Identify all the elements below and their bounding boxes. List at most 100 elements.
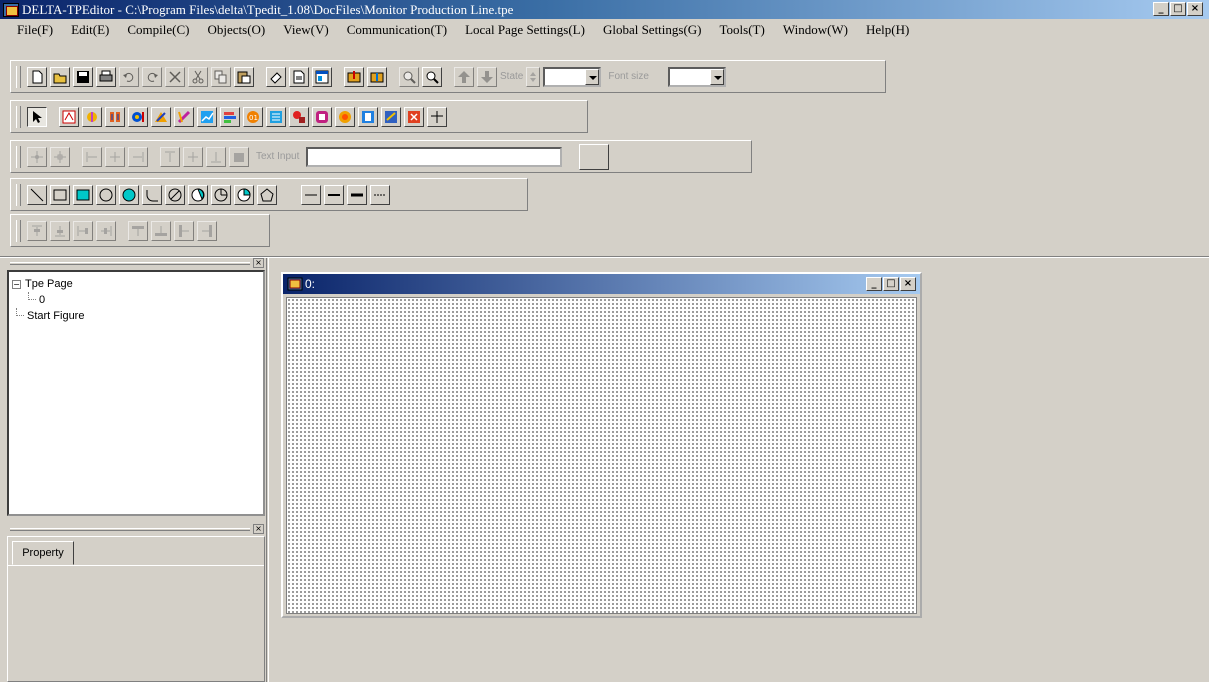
- download-button[interactable]: [367, 66, 387, 87]
- filled-circle-tool-button[interactable]: [119, 184, 139, 205]
- resize-button[interactable]: [50, 146, 70, 167]
- menu-global-settings[interactable]: Global Settings(G): [594, 22, 711, 38]
- status-text-button[interactable]: [59, 106, 79, 127]
- delete-button[interactable]: [165, 66, 185, 87]
- center-horizontal-button[interactable]: [151, 220, 171, 241]
- numeric-display-button[interactable]: 01: [243, 106, 263, 127]
- page-switch-button[interactable]: [381, 106, 401, 127]
- page-view-button[interactable]: [312, 66, 332, 87]
- tree-pane-grip[interactable]: [10, 262, 250, 265]
- close-button[interactable]: ×: [1187, 2, 1203, 16]
- menu-file[interactable]: File(F): [8, 22, 62, 38]
- minimize-button[interactable]: _: [1153, 2, 1169, 16]
- align-center-button[interactable]: [105, 146, 125, 167]
- menu-edit[interactable]: Edit(E): [62, 22, 118, 38]
- expander-minus-icon[interactable]: −: [12, 279, 21, 289]
- filled-pie-tool-button[interactable]: [234, 184, 254, 205]
- chevron-down-icon[interactable]: [585, 68, 600, 85]
- space-vertical-button[interactable]: [128, 220, 148, 241]
- lamp-button[interactable]: [335, 106, 355, 127]
- crosshair-button[interactable]: [427, 106, 447, 127]
- menu-local-page-settings[interactable]: Local Page Settings(L): [456, 22, 594, 38]
- filled-chord-tool-button[interactable]: [188, 184, 208, 205]
- picture-bank-button[interactable]: [358, 106, 378, 127]
- bring-forward-button[interactable]: [454, 66, 474, 87]
- same-height-button[interactable]: [27, 220, 47, 241]
- menu-window[interactable]: Window(W): [774, 22, 857, 38]
- function-key-button[interactable]: [404, 106, 424, 127]
- line-thick-button[interactable]: [347, 184, 367, 205]
- maximize-button[interactable]: □: [1170, 2, 1186, 16]
- tree-node-page-0[interactable]: 0: [12, 292, 263, 308]
- redo-button[interactable]: [142, 66, 162, 87]
- arc-tool-button[interactable]: [142, 184, 162, 205]
- rectangle-tool-button[interactable]: [50, 184, 70, 205]
- menu-communication[interactable]: Communication(T): [338, 22, 456, 38]
- pipe-button[interactable]: [174, 106, 194, 127]
- property-pane-grip[interactable]: [10, 528, 250, 531]
- page-minimize-button[interactable]: _: [866, 277, 882, 291]
- cut-button[interactable]: [188, 66, 208, 87]
- print-button[interactable]: [96, 66, 116, 87]
- line-tool-button[interactable]: [27, 184, 47, 205]
- menu-compile[interactable]: Compile(C): [118, 22, 198, 38]
- keypad-button[interactable]: [312, 106, 332, 127]
- chevron-down-icon[interactable]: [709, 68, 724, 85]
- align-bottom-button[interactable]: [206, 146, 226, 167]
- menu-view[interactable]: View(V): [274, 22, 337, 38]
- menu-help[interactable]: Help(H): [857, 22, 918, 38]
- align-left-button[interactable]: [82, 146, 102, 167]
- distribute-button[interactable]: [197, 220, 217, 241]
- page-window-titlebar[interactable]: 0: _ □ ×: [283, 274, 920, 294]
- align-middle-button[interactable]: [183, 146, 203, 167]
- state-spinner[interactable]: [526, 66, 541, 87]
- tree-pane-close-icon[interactable]: ×: [253, 258, 264, 268]
- line-medium-button[interactable]: [324, 184, 344, 205]
- polygon-tool-button[interactable]: [257, 184, 277, 205]
- multi-state-button[interactable]: [128, 106, 148, 127]
- pie-tool-button[interactable]: [211, 184, 231, 205]
- line-thin-button[interactable]: [301, 184, 321, 205]
- same-size-button[interactable]: [73, 220, 93, 241]
- page-close-button[interactable]: ×: [900, 277, 916, 291]
- same-width-button[interactable]: [50, 220, 70, 241]
- new-file-button[interactable]: [27, 66, 47, 87]
- bit-lamp-button[interactable]: [105, 106, 125, 127]
- text-apply-button[interactable]: [579, 143, 610, 170]
- chord-tool-button[interactable]: [165, 184, 185, 205]
- upload-button[interactable]: [344, 66, 364, 87]
- alarm-button[interactable]: [289, 106, 309, 127]
- tree-node-tpe-page[interactable]: − Tpe Page: [12, 276, 263, 292]
- font-size-dropdown[interactable]: [667, 66, 726, 87]
- tree-node-start-figure[interactable]: Start Figure: [12, 308, 263, 324]
- state-dropdown[interactable]: [543, 66, 602, 87]
- property-pane-close-icon[interactable]: ×: [253, 524, 264, 534]
- text-tool-button[interactable]: [229, 146, 249, 167]
- app-icon[interactable]: [3, 2, 19, 17]
- zoom-out-button[interactable]: [422, 66, 442, 87]
- meter-button[interactable]: [151, 106, 171, 127]
- save-button[interactable]: [73, 66, 93, 87]
- page-setup-button[interactable]: [289, 66, 309, 87]
- copy-button[interactable]: [211, 66, 231, 87]
- line-dashed-button[interactable]: [370, 184, 390, 205]
- zoom-in-button[interactable]: [399, 66, 419, 87]
- select-tool-button[interactable]: [27, 106, 47, 127]
- text-input-field[interactable]: [306, 146, 563, 167]
- open-file-button[interactable]: [50, 66, 70, 87]
- menu-tools[interactable]: Tools(T): [711, 22, 774, 38]
- scale-button[interactable]: [82, 106, 102, 127]
- center-vertical-button[interactable]: [174, 220, 194, 241]
- move-button[interactable]: [27, 146, 47, 167]
- message-list-button[interactable]: [266, 106, 286, 127]
- tab-property[interactable]: Property: [12, 541, 74, 565]
- circle-tool-button[interactable]: [96, 184, 116, 205]
- trend-graph-button[interactable]: [197, 106, 217, 127]
- menu-objects[interactable]: Objects(O): [199, 22, 275, 38]
- erase-button[interactable]: [266, 66, 286, 87]
- page-maximize-button[interactable]: □: [883, 277, 899, 291]
- undo-button[interactable]: [119, 66, 139, 87]
- paste-button[interactable]: [234, 66, 254, 87]
- align-right-button[interactable]: [128, 146, 148, 167]
- filled-rectangle-tool-button[interactable]: [73, 184, 93, 205]
